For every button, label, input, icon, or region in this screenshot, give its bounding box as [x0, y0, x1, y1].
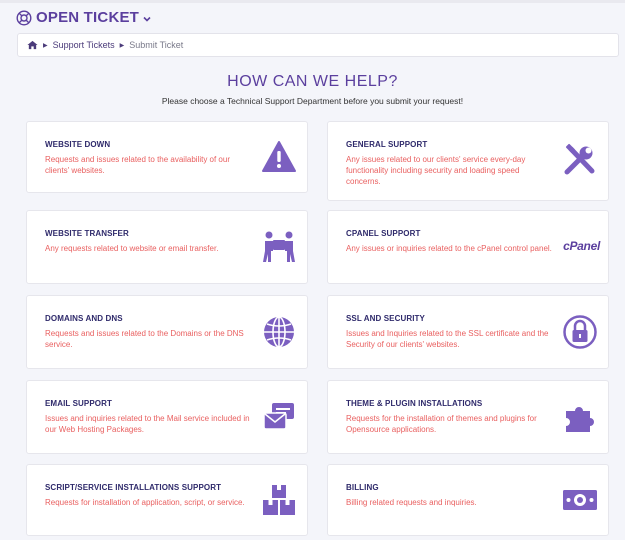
breadcrumb-submit-ticket: Submit Ticket	[129, 40, 184, 50]
department-description: Requests and issues related to the Domai…	[45, 329, 244, 349]
department-card-theme-plugin[interactable]: THEME & PLUGIN INSTALLATIONS Requests fo…	[327, 380, 609, 454]
home-icon[interactable]	[27, 40, 38, 50]
department-card-email-support[interactable]: EMAIL SUPPORT Issues and inquiries relat…	[26, 380, 308, 454]
tools-icon	[564, 143, 595, 175]
department-card-billing[interactable]: BILLING Billing related requests and inq…	[327, 464, 609, 536]
warning-icon	[262, 141, 296, 172]
department-description: Requests for the installation of themes …	[346, 414, 537, 434]
department-title: DOMAINS AND DNS	[45, 314, 123, 323]
chevron-down-icon	[143, 16, 151, 22]
help-subheading: Please choose a Technical Support Depart…	[161, 96, 464, 106]
department-description: Any issues related to our clients' servi…	[346, 155, 526, 186]
help-heading: HOW CAN WE HELP?	[227, 73, 398, 90]
department-description: Issues and Inquiries related to the SSL …	[346, 329, 549, 349]
breadcrumb-separator-icon: ▶	[119, 42, 125, 49]
department-description: Any requests related to website or email…	[45, 244, 219, 253]
department-card-website-down[interactable]: WEBSITE DOWN Requests and issues related…	[26, 121, 308, 193]
breadcrumb-support-tickets[interactable]: Support Tickets	[53, 40, 115, 50]
top-border	[0, 0, 625, 3]
department-title: WEBSITE DOWN	[45, 140, 111, 149]
department-card-general-support[interactable]: GENERAL SUPPORT Any issues related to ou…	[327, 121, 609, 201]
movers-icon	[263, 231, 295, 262]
envelopes-icon	[263, 403, 294, 430]
cpanel-logo: cPanel	[563, 239, 600, 253]
breadcrumb-separator-icon: ▶	[43, 42, 48, 49]
page-title: OPEN TICKET	[36, 9, 140, 26]
puzzle-icon	[566, 407, 594, 432]
department-title: WEBSITE TRANSFER	[45, 229, 129, 238]
department-title: SSL AND SECURITY	[346, 314, 425, 323]
department-description: Requests for installation of application…	[45, 498, 245, 507]
department-title: GENERAL SUPPORT	[346, 140, 428, 149]
page-header[interactable]: OPEN TICKET	[16, 9, 152, 26]
lifebuoy-icon	[16, 9, 32, 26]
department-card-website-transfer[interactable]: WEBSITE TRANSFER Any requests related to…	[26, 210, 308, 284]
department-description: Billing related requests and inquiries.	[346, 498, 477, 507]
breadcrumb: ▶ Support Tickets ▶ Submit Ticket	[17, 33, 619, 57]
department-title: CPANEL SUPPORT	[346, 229, 421, 238]
department-card-domains-dns[interactable]: DOMAINS AND DNS Requests and issues rela…	[26, 295, 308, 369]
department-title: THEME & PLUGIN INSTALLATIONS	[346, 399, 483, 408]
department-description: Any issues or inquiries related to the c…	[346, 244, 552, 253]
department-description: Requests and issues related to the avail…	[45, 155, 230, 175]
department-title: EMAIL SUPPORT	[45, 399, 112, 408]
department-card-cpanel-support[interactable]: CPANEL SUPPORT Any issues or inquiries r…	[327, 210, 609, 284]
boxes-icon	[263, 485, 295, 515]
globe-icon	[264, 316, 294, 348]
department-description: Issues and inquiries related to the Mail…	[45, 414, 250, 434]
department-card-ssl-security[interactable]: SSL AND SECURITY Issues and Inquiries re…	[327, 295, 609, 369]
department-card-script-installations[interactable]: SCRIPT/SERVICE INSTALLATIONS SUPPORT Req…	[26, 464, 308, 536]
money-icon	[563, 490, 597, 510]
lock-icon	[563, 315, 597, 349]
department-title: SCRIPT/SERVICE INSTALLATIONS SUPPORT	[45, 483, 222, 492]
department-title: BILLING	[346, 483, 379, 492]
